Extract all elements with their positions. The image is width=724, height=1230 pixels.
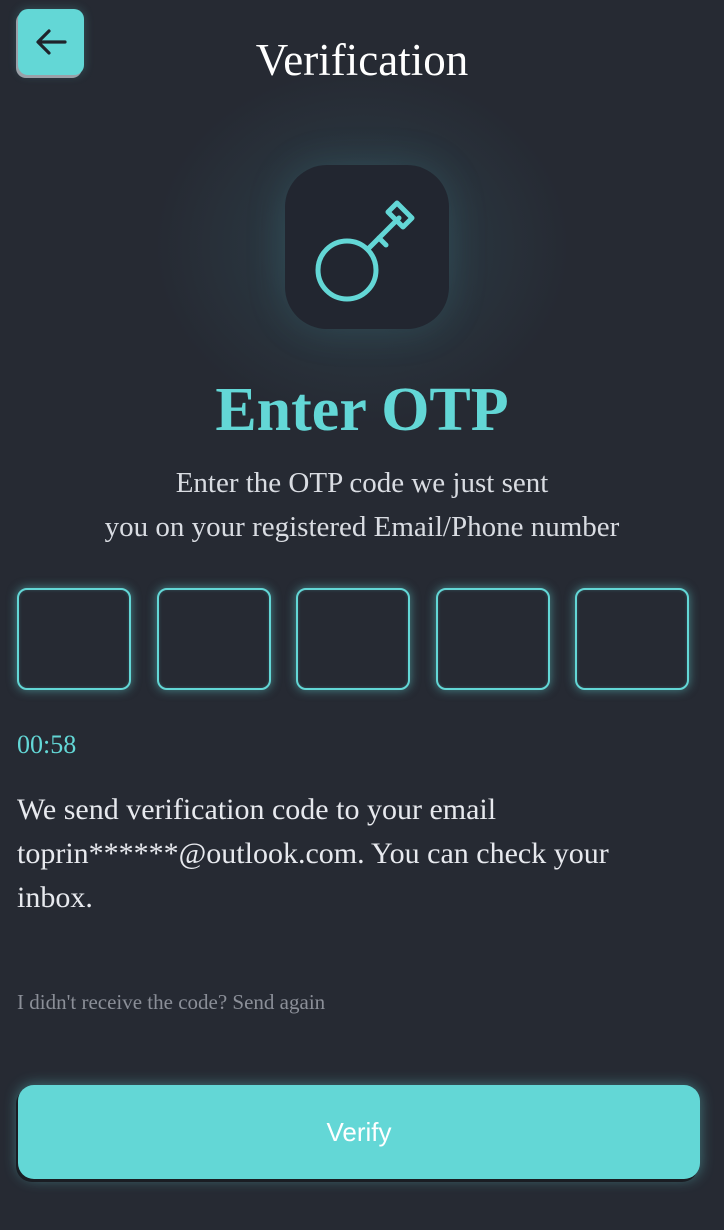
otp-digit-5[interactable] (575, 588, 689, 690)
otp-digit-2[interactable] (157, 588, 271, 690)
otp-digit-4[interactable] (436, 588, 550, 690)
otp-input-group (17, 588, 693, 694)
key-icon (307, 187, 427, 307)
otp-instructions-line-1: Enter the OTP code we just sent (175, 467, 549, 499)
verify-button[interactable]: Verify (18, 1085, 700, 1179)
verification-info-text: We send verification code to your email … (17, 793, 609, 914)
otp-instructions-line-2: you on your registered Email/Phone numbe… (104, 511, 620, 543)
otp-digit-3[interactable] (296, 588, 410, 690)
countdown-timer: 00:58 (17, 730, 77, 759)
key-icon-tile (285, 165, 449, 329)
otp-digit-1[interactable] (17, 588, 131, 690)
otp-instructions: Enter the OTP code we just sent you on y… (0, 461, 724, 549)
otp-heading: Enter OTP (215, 376, 509, 444)
verify-button-label: Verify (326, 1116, 392, 1147)
resend-code-link[interactable]: I didn't receive the code? Send again (17, 988, 325, 1016)
page-title: Verification (255, 35, 469, 85)
